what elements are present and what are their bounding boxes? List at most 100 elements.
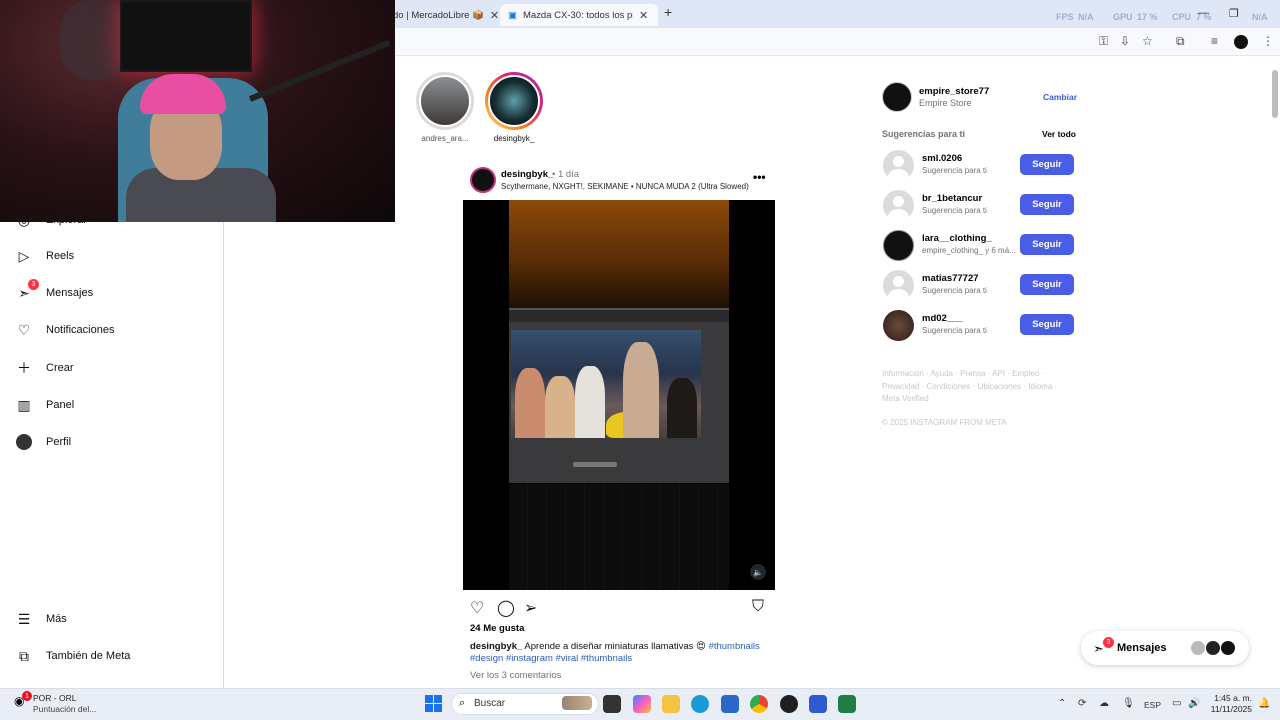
notification-bell-icon[interactable]: 🔔: [1258, 698, 1270, 709]
story-name: andres_ara...: [421, 134, 469, 143]
notification-subtitle[interactable]: Puntuación del...: [33, 704, 96, 714]
steam-icon[interactable]: [780, 695, 798, 713]
suggestion-username[interactable]: br_1betancur: [922, 193, 982, 204]
follow-button[interactable]: Seguir: [1020, 234, 1074, 255]
like-icon[interactable]: ♡: [470, 598, 484, 618]
sidebar-item-meta[interactable]: ⧉ También de Meta: [16, 648, 130, 664]
clock-time[interactable]: 1:45 a. m.: [1212, 693, 1252, 703]
windows-start-icon[interactable]: [425, 695, 442, 712]
tab-mazda[interactable]: ▣ Mazda CX-30: todos los precio ✕: [500, 4, 658, 26]
microphone-icon[interactable]: 🎙: [1122, 698, 1135, 709]
clock-date[interactable]: 11/11/2025: [1205, 704, 1252, 714]
store-icon[interactable]: [721, 695, 739, 713]
post-video[interactable]: 🔈: [463, 200, 775, 590]
mic-arm: [248, 40, 391, 102]
file-explorer-icon[interactable]: [662, 695, 680, 713]
apps-icon: ⧉: [19, 647, 29, 664]
caption-text: Aprende a diseñar miniaturas llamativas …: [522, 641, 709, 652]
suggestion-username[interactable]: lara__clothing_: [922, 233, 992, 244]
story-andres[interactable]: andres_ara...: [416, 72, 474, 143]
menu-icon[interactable]: ⋮: [1262, 34, 1274, 48]
cloud-icon[interactable]: ☁: [1099, 698, 1109, 709]
share-icon[interactable]: ➢: [524, 598, 537, 618]
follow-button[interactable]: Seguir: [1020, 194, 1074, 215]
sidebar-item-notificaciones[interactable]: ♡ Notificaciones: [16, 322, 115, 338]
net-value: N/A: [1252, 12, 1268, 22]
close-icon[interactable]: ✕: [490, 9, 499, 22]
sidebar-item-reels[interactable]: ▷ Reels: [16, 248, 75, 264]
edge-icon[interactable]: [691, 695, 709, 713]
story-desingbyk[interactable]: desingbyk_: [485, 72, 543, 143]
star-icon[interactable]: ☆: [1142, 34, 1153, 48]
post-username[interactable]: desingbyk_: [501, 169, 553, 180]
search-placeholder: Buscar: [474, 698, 506, 709]
task-view-icon[interactable]: [603, 695, 621, 713]
app-icon[interactable]: [809, 695, 827, 713]
sidebar-item-perfil[interactable]: Perfil: [16, 434, 71, 450]
avatar[interactable]: [883, 270, 914, 301]
comment-icon[interactable]: ◯: [497, 598, 515, 618]
sidebar-item-panel[interactable]: ▥ Panel: [16, 397, 74, 413]
install-icon[interactable]: ⇩: [1120, 34, 1130, 48]
account-username[interactable]: empire_store77: [919, 86, 989, 97]
avatar[interactable]: [883, 230, 914, 261]
tab-mercadolibre[interactable]: do | MercadoLibre 📦 ✕: [385, 4, 507, 26]
network-icon[interactable]: ▭: [1172, 698, 1181, 709]
view-comments-link[interactable]: Ver los 3 comentarios: [470, 670, 561, 681]
editor-toolbar: [509, 310, 729, 322]
suggestion-username[interactable]: matias77727: [922, 273, 979, 284]
caption-hashtags[interactable]: #design #instagram #viral #thumbnails: [470, 653, 632, 664]
avatar[interactable]: [883, 310, 914, 341]
scrollbar-track[interactable]: [1270, 58, 1280, 688]
post-music[interactable]: Scythermane, NXGHT!, SEKIMANE • NUNCA MU…: [501, 182, 749, 191]
minimize-icon[interactable]: —: [1198, 7, 1209, 19]
sync-icon[interactable]: ⟳: [1078, 698, 1086, 709]
sidebar-item-label: Más: [46, 613, 67, 625]
follow-button[interactable]: Seguir: [1020, 154, 1074, 175]
follow-button[interactable]: Seguir: [1020, 274, 1074, 295]
notification-title[interactable]: POR - ORL: [33, 693, 76, 703]
maximize-icon[interactable]: ❐: [1229, 7, 1239, 20]
close-icon[interactable]: ✕: [639, 9, 648, 22]
new-tab-button[interactable]: +: [664, 4, 672, 20]
caption-hashtag[interactable]: #thumbnails: [709, 641, 760, 652]
account-avatar[interactable]: [882, 82, 912, 112]
suggestion-username[interactable]: md02___: [922, 313, 963, 324]
search-highlight-icon: [562, 696, 592, 710]
sidebar-item-mas[interactable]: ☰ Más: [16, 611, 67, 627]
sidebar-item-crear[interactable]: ＋ Crear: [16, 360, 74, 376]
like-count[interactable]: 24 Me gusta: [470, 623, 524, 634]
scrollbar-thumb[interactable]: [1272, 70, 1278, 118]
suggestions-title: Sugerencias para ti: [882, 129, 966, 139]
profile-avatar[interactable]: [1234, 35, 1248, 49]
sidebar-item-mensajes[interactable]: ➣ 3 Mensajes: [16, 279, 94, 301]
avatar[interactable]: [883, 190, 914, 221]
language-indicator[interactable]: ESP: [1144, 700, 1161, 710]
search-icon: ⌕: [459, 697, 466, 709]
volume-icon[interactable]: 🔊: [1188, 698, 1200, 709]
hamburger-icon: ☰: [17, 610, 31, 627]
key-icon[interactable]: ⚿: [1099, 34, 1108, 49]
more-options-icon[interactable]: •••: [753, 170, 766, 184]
copilot-icon[interactable]: [633, 695, 651, 713]
sidebar-item-label: Mensajes: [46, 287, 94, 299]
messenger-icon: ➣ 3: [16, 279, 39, 301]
switch-account-link[interactable]: Cambiar: [1043, 92, 1077, 102]
chrome-icon[interactable]: [750, 695, 768, 713]
extensions-icon[interactable]: ⧉: [1176, 34, 1185, 49]
save-icon[interactable]: ⛉: [752, 598, 764, 616]
chevron-up-icon[interactable]: ⌃: [1058, 698, 1066, 709]
footer-links[interactable]: Información · Ayuda · Prensa · API · Emp…: [882, 368, 1062, 406]
suggestion-username[interactable]: sml.0206: [922, 153, 962, 164]
media-control-icon[interactable]: ≡: [1211, 34, 1218, 48]
caption-username[interactable]: desingbyk_: [470, 641, 522, 652]
suggestion-subtitle: Sugerencia para ti: [922, 326, 987, 335]
post-avatar[interactable]: [470, 167, 496, 193]
avatar[interactable]: [883, 150, 914, 181]
sound-icon[interactable]: 🔈: [750, 564, 766, 580]
sidebar: ◎ Explorar ▷ Reels ➣3 Mensajes ♡ Notific…: [0, 212, 224, 688]
story-ring: [485, 72, 543, 130]
excel-icon[interactable]: [838, 695, 856, 713]
see-all-link[interactable]: Ver todo: [1042, 129, 1076, 139]
follow-button[interactable]: Seguir: [1020, 314, 1074, 335]
